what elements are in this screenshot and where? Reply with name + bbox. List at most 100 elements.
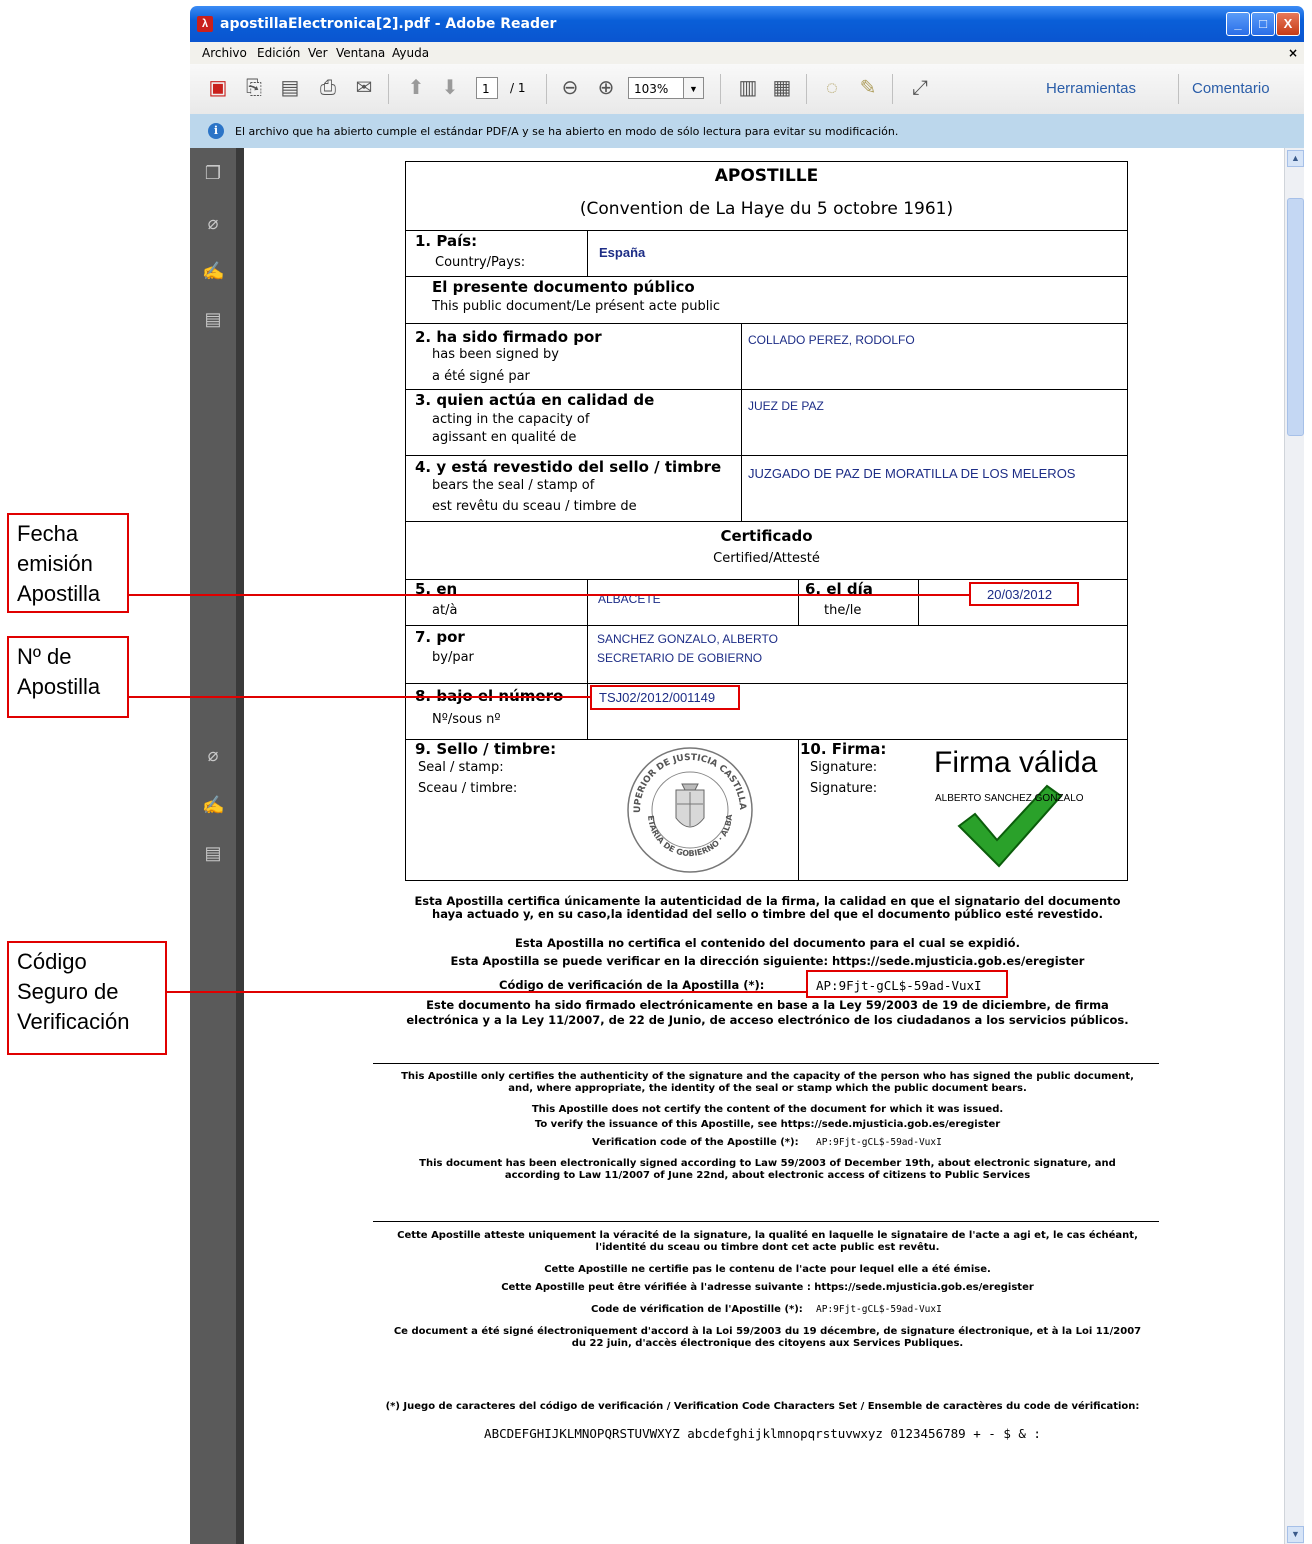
minimize-button[interactable]: _: [1226, 12, 1250, 36]
note-fr-line2: l'identité du sceau ou timbre dont cet a…: [595, 1242, 940, 1253]
save-icon[interactable]: ▤: [278, 76, 302, 100]
connector-line-code: [166, 991, 806, 993]
scroll-down-icon[interactable]: ▼: [1287, 1526, 1304, 1543]
signature-icon[interactable]: ✍: [202, 794, 224, 816]
create-pdf-icon[interactable]: ▣: [206, 76, 230, 100]
pages-icon[interactable]: ❐: [202, 162, 224, 184]
zoom-level-select[interactable]: 103%: [628, 77, 684, 99]
callout-issue-date-line1: Fecha: [17, 521, 79, 546]
note-en-line5: This document has been electronically si…: [419, 1158, 1116, 1169]
field-7-value-role: SECRETARIO DE GOBIERNO: [597, 651, 763, 665]
field-9-sublabel-en: Seal / stamp:: [418, 760, 504, 775]
field-2-value: COLLADO PEREZ, RODOLFO: [748, 333, 915, 347]
toolbar: ▣ ⎘ ▤ ⎙ ✉ ⬆ ⬇ 1 / 1 ⊖ ⊕ 103% ▼ ▥ ▦ ◌ ✎ ⤢…: [190, 64, 1304, 115]
menu-ventana[interactable]: Ventana: [336, 46, 385, 60]
export-icon[interactable]: ⎘: [242, 76, 266, 100]
field-6-sublabel: the/le: [824, 603, 862, 618]
seal-graphic: TRIBUNAL SUPERIOR DE JUSTICIA CASTILLA L…: [616, 733, 753, 873]
panel-divider[interactable]: [236, 148, 244, 1544]
vertical-scrollbar[interactable]: ▲ ▼: [1284, 148, 1304, 1544]
field-7-sublabel: by/par: [432, 650, 474, 665]
col-divider: [587, 579, 588, 739]
note-es-line2: haya actuado y, en su caso,la identidad …: [432, 907, 1103, 921]
window-title: apostillaElectronica[2].pdf - Adobe Read…: [220, 16, 557, 32]
note-fr-line1: Cette Apostille atteste uniquement la vé…: [397, 1230, 1138, 1241]
field-5-sublabel: at/à: [432, 603, 458, 618]
next-page-icon[interactable]: ⬇: [438, 76, 462, 100]
toolbar-separator: [806, 74, 807, 104]
fit-page-icon[interactable]: ▥: [736, 76, 760, 100]
prev-page-icon[interactable]: ⬆: [404, 76, 428, 100]
col-divider: [587, 230, 588, 276]
field-10-sublabel-fr: Signature:: [810, 781, 878, 796]
field-2-sublabel-en: has been signed by: [432, 347, 559, 362]
attachment-icon[interactable]: ⌀: [202, 212, 224, 234]
certified-sublabel: Certified/Attesté: [713, 551, 820, 566]
scroll-up-icon[interactable]: ▲: [1287, 150, 1304, 167]
row-divider: [405, 521, 1128, 522]
document-properties-icon[interactable]: ▤: [202, 308, 224, 330]
field-9-label: 9. Sello / timbre:: [415, 740, 557, 758]
toolbar-separator: [546, 74, 547, 104]
apostille-title: APOSTILLE: [714, 166, 819, 186]
toolbar-separator: [720, 74, 721, 104]
document-close-button[interactable]: ×: [1288, 46, 1298, 60]
info-bar: i El archivo que ha abierto cumple el es…: [190, 114, 1304, 149]
note-en-line6: according to Law 11/2007 of June 22nd, a…: [504, 1170, 1031, 1181]
field-3-sublabel-fr: agissant en qualité de: [432, 430, 577, 445]
close-button[interactable]: X: [1276, 12, 1300, 36]
field-4-sublabel-en: bears the seal / stamp of: [432, 478, 595, 493]
note-en-line4: To verify the issuance of this Apostille…: [534, 1119, 1001, 1130]
col-divider: [798, 739, 799, 881]
menu-edicion[interactable]: Edición: [257, 46, 300, 60]
field-7-value-name: SANCHEZ GONZALO, ALBERTO: [597, 632, 778, 646]
callout-apostille-number: Nº de Apostilla: [7, 636, 129, 718]
maximize-button[interactable]: □: [1251, 12, 1275, 36]
zoom-out-icon[interactable]: ⊖: [558, 76, 582, 100]
field-3-sublabel-en: acting in the capacity of: [432, 412, 590, 427]
callout-verification-code-line2: Seguro de: [17, 979, 119, 1004]
note-es-line4: Esta Apostilla se puede verificar en la …: [450, 954, 1085, 968]
note-es-line3: Esta Apostilla no certifica el contenido…: [515, 936, 1020, 950]
fullscreen-icon[interactable]: ⤢: [908, 76, 932, 100]
callout-verification-code-line1: Código: [17, 949, 87, 974]
scroll-thumb[interactable]: [1287, 198, 1304, 436]
field-4-value: JUZGADO DE PAZ DE MORATILLA DE LOS MELER…: [748, 466, 1076, 481]
menu-archivo[interactable]: Archivo: [202, 46, 247, 60]
email-icon[interactable]: ✉: [352, 76, 376, 100]
row-divider: [405, 276, 1128, 277]
info-icon: i: [208, 123, 224, 139]
code-label-fr: Code de vérification de l'Apostille (*):: [591, 1304, 803, 1315]
document-properties-icon[interactable]: ▤: [202, 842, 224, 864]
pdf-app-icon: λ: [197, 16, 213, 32]
toolbar-separator: [388, 74, 389, 104]
print-icon[interactable]: ⎙: [316, 76, 340, 100]
official-seal: TRIBUNAL SUPERIOR DE JUSTICIA CASTILLA L…: [616, 733, 760, 880]
field-9-sublabel-fr: Sceau / timbre:: [418, 781, 518, 796]
col-divider: [741, 323, 742, 521]
field-7-label: 7. por: [415, 628, 465, 646]
zoom-in-icon[interactable]: ⊕: [594, 76, 618, 100]
comment-icon[interactable]: ◌: [820, 76, 844, 100]
field-4-sublabel-fr: est revêtu du sceau / timbre de: [432, 499, 637, 514]
signature-icon[interactable]: ✍: [202, 260, 224, 282]
menu-ver[interactable]: Ver: [308, 46, 328, 60]
fit-width-icon[interactable]: ▦: [770, 76, 794, 100]
row-divider: [405, 323, 1128, 324]
highlight-icon[interactable]: ✎: [856, 76, 880, 100]
zoom-dropdown-arrow-icon[interactable]: ▼: [684, 77, 704, 99]
page-number-input[interactable]: 1: [476, 77, 498, 99]
comment-link[interactable]: Comentario: [1192, 80, 1270, 97]
callout-issue-date-line2: emisión: [17, 551, 93, 576]
menu-bar: Archivo Edición Ver Ventana Ayuda ×: [190, 42, 1304, 64]
menu-ayuda[interactable]: Ayuda: [392, 46, 429, 60]
field-10-sublabel-en: Signature:: [810, 760, 878, 775]
row-divider: [405, 579, 1128, 580]
tools-link[interactable]: Herramientas: [1046, 80, 1136, 97]
row-divider: [405, 230, 1128, 231]
attachment-icon[interactable]: ⌀: [202, 744, 224, 766]
apostille-subtitle: (Convention de La Haye du 5 octobre 1961…: [579, 199, 954, 219]
callout-apostille-number-line2: Apostilla: [17, 674, 101, 699]
field-3-label: 3. quien actúa en calidad de: [415, 391, 655, 409]
callout-apostille-number-line1: Nº de: [17, 644, 72, 669]
